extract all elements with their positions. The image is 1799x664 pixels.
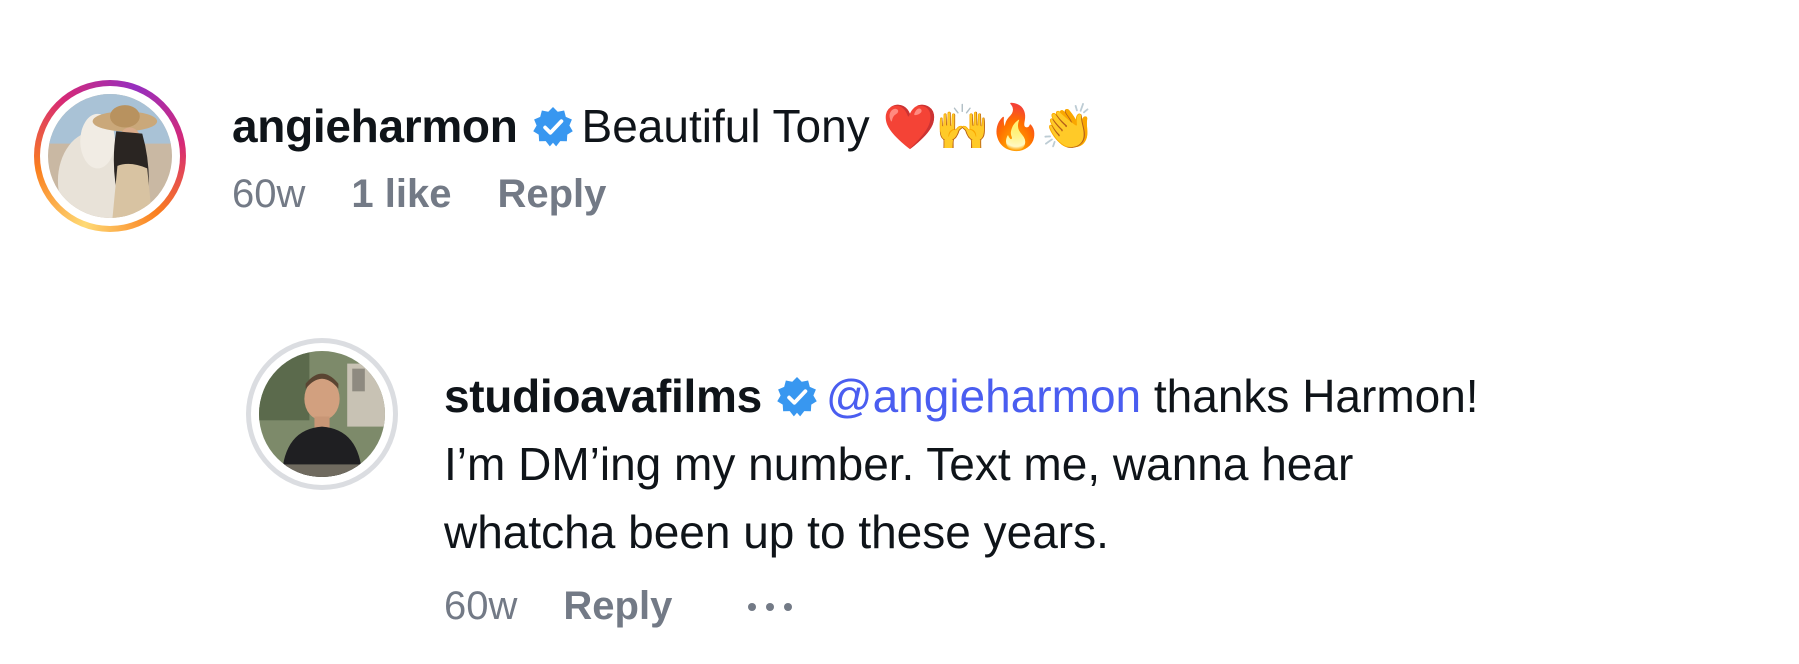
avatar-seen-ring[interactable] [246, 338, 398, 490]
comment-text-line-3: whatcha been up to these years. [444, 506, 1109, 558]
reply-button[interactable]: Reply [563, 584, 672, 629]
reply-item: studioavafilms @angieharmon thanks Harmo… [246, 338, 1479, 629]
comment-timestamp[interactable]: 60w [444, 584, 517, 629]
more-options-icon[interactable] [748, 602, 793, 611]
comment-username[interactable]: angieharmon [232, 100, 518, 152]
comment-text: Beautiful Tony [581, 100, 870, 152]
comment-like-count[interactable]: 1 like [351, 172, 451, 217]
avatar-story-ring[interactable] [34, 80, 186, 232]
comment-username[interactable]: studioavafilms [444, 370, 762, 422]
comment-text-line-2: I’m DM’ing my number. Text me, wanna hea… [444, 438, 1354, 490]
comment-meta: 60w Reply [444, 584, 1479, 629]
comment-timestamp[interactable]: 60w [232, 172, 305, 217]
avatar [259, 351, 385, 477]
reply-button[interactable]: Reply [497, 172, 606, 217]
comment-emojis: ❤️🙌🔥👏 [882, 103, 1095, 152]
verified-badge-icon [532, 107, 573, 147]
comment-meta: 60w 1 like Reply [232, 172, 1094, 217]
comment-text-line-1: thanks Harmon! [1153, 370, 1479, 422]
comment-item: angieharmon Beautiful Tony ❤️🙌🔥👏 60w 1 l… [34, 80, 1096, 232]
avatar [48, 94, 172, 218]
mention-link[interactable]: @angieharmon [826, 370, 1141, 422]
verified-badge-icon [777, 377, 817, 417]
